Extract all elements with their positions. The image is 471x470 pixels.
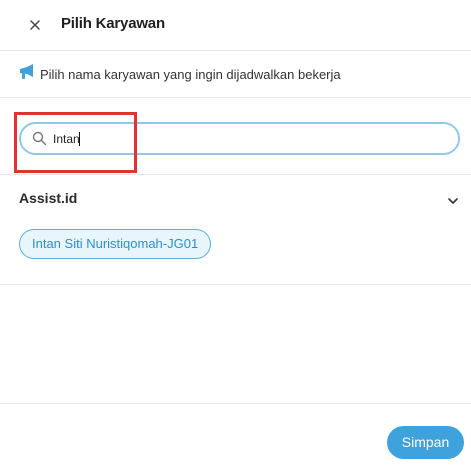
search-input[interactable]	[53, 129, 433, 148]
text-caret	[79, 132, 80, 146]
search-section	[0, 99, 471, 175]
employee-group: Assist.id Intan Siti Nuristiqomah-JG01	[0, 176, 471, 285]
info-banner: Pilih nama karyawan yang ingin dijadwalk…	[0, 52, 471, 98]
close-icon[interactable]	[27, 17, 43, 33]
modal-footer: Simpan	[0, 403, 471, 470]
modal-header: Pilih Karyawan	[0, 0, 471, 51]
page-title: Pilih Karyawan	[61, 15, 165, 32]
chevron-down-icon[interactable]	[447, 193, 459, 204]
employee-chip[interactable]: Intan Siti Nuristiqomah-JG01	[19, 229, 212, 259]
search-icon	[32, 131, 47, 146]
megaphone-icon	[18, 64, 36, 80]
info-text: Pilih nama karyawan yang ingin dijadwalk…	[40, 67, 341, 82]
save-button[interactable]: Simpan	[387, 426, 464, 459]
group-title: Assist.id	[19, 190, 78, 206]
search-field[interactable]	[19, 122, 460, 155]
